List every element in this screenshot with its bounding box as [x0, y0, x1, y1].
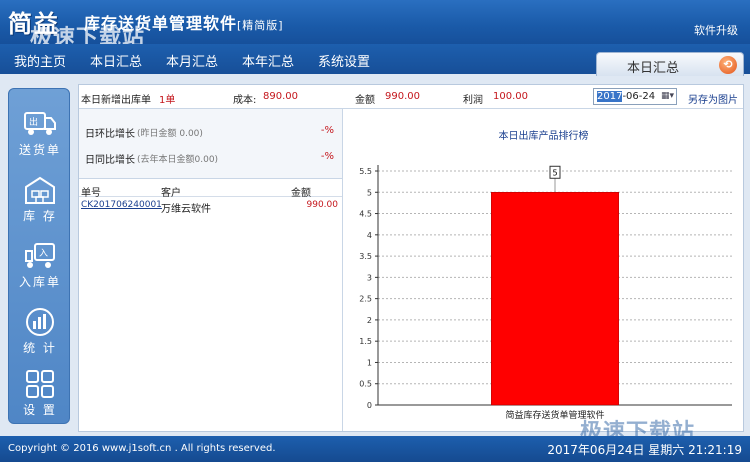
table-row[interactable]: CK201706240001 万维云软件 990.00	[79, 199, 342, 215]
order-no-link[interactable]: CK201706240001	[81, 200, 162, 210]
cost-value: 890.00	[263, 91, 298, 102]
sidebar-item-delivery[interactable]: 出 送货单	[9, 103, 71, 165]
y-tick-label: 3	[367, 273, 372, 282]
y-tick-label: 2.5	[359, 295, 372, 304]
menu-system-settings[interactable]: 系统设置	[318, 51, 370, 70]
svg-text:出: 出	[29, 116, 38, 128]
sidebar-item-settings[interactable]: 设 置	[9, 363, 71, 425]
ratio-box: 日环比增长 (昨日金额 0.00) -% 日同比增长 (去年本日金额0.00) …	[79, 109, 342, 179]
menu-yearly-summary[interactable]: 本年汇总	[242, 51, 294, 70]
app-edition: [精简版]	[237, 19, 284, 32]
summary-bar: 本日新增出库单 1单 成本: 890.00 金额 990.00 利润 100.0…	[79, 85, 743, 109]
statistics-icon	[26, 308, 54, 336]
table-header: 单号 客户 金额	[79, 183, 342, 199]
mom-value: -%	[320, 125, 334, 136]
y-tick-label: 5.5	[359, 167, 372, 176]
data-label: 5	[552, 168, 557, 177]
new-out-label: 本日新增出库单	[81, 95, 151, 106]
yoy-value: -%	[320, 151, 334, 162]
y-tick-label: 1	[367, 358, 372, 367]
amount-cell: 990.00	[306, 200, 339, 210]
inventory-icon	[25, 176, 55, 204]
yoy-sub: (去年本日金额0.00)	[137, 155, 219, 165]
tab-daily-summary[interactable]: 本日汇总 ⟲	[596, 52, 744, 76]
title-bar: 简益 库存送货单管理软件[精简版] 极速下载站 软件升级	[0, 0, 750, 51]
calendar-dropdown-icon[interactable]: ▦▾	[661, 91, 674, 101]
menu-monthly-summary[interactable]: 本月汇总	[166, 51, 218, 70]
settings-icon	[26, 370, 54, 398]
sidebar-label-statistics: 统 计	[23, 341, 57, 355]
y-tick-label: 4	[367, 231, 372, 240]
y-tick-label: 4.5	[359, 210, 372, 219]
svg-text:入: 入	[39, 248, 48, 259]
col-amount[interactable]: 金额	[291, 184, 311, 199]
mom-sub: (昨日金额 0.00)	[137, 129, 203, 139]
copyright-text: Copyright © 2016 www.j1soft.cn . All rig…	[8, 443, 276, 454]
sidebar-label-settings: 设 置	[23, 403, 57, 417]
col-customer[interactable]: 客户	[161, 184, 181, 199]
sidebar-label-inbound: 入库单	[18, 275, 61, 289]
sidebar-item-inventory[interactable]: 库 存	[9, 169, 71, 231]
inbound-icon: 入	[25, 243, 55, 268]
sidebar-label-inventory: 库 存	[23, 209, 57, 223]
yoy-label: 日同比增长	[85, 155, 135, 166]
amount-value: 990.00	[385, 91, 420, 102]
chart-panel: 本日出库产品排行榜 0 0.5 1 1.5 2 2.5 3 3.5 4 4.5 5 5.5 5 简益库存送…	[344, 109, 743, 431]
amount-label: 金额	[355, 95, 375, 106]
date-picker[interactable]: 2017-06-24 ▦▾	[593, 88, 677, 105]
y-tick-label: 0	[367, 401, 372, 410]
left-panel: 日环比增长 (昨日金额 0.00) -% 日同比增长 (去年本日金额0.00) …	[79, 109, 343, 431]
col-order-no[interactable]: 单号	[81, 184, 101, 199]
bar	[491, 192, 619, 406]
menu-daily-summary[interactable]: 本日汇总	[90, 51, 142, 70]
customer-cell: 万维云软件	[161, 204, 211, 215]
tab-daily-summary-label: 本日汇总	[627, 61, 680, 76]
sidebar-item-inbound[interactable]: 入 入库单	[9, 235, 71, 297]
date-year: 2017	[597, 91, 623, 102]
bar-chart: 00.511.522.533.544.555.5 5简益库存送货单管理软件	[359, 165, 732, 421]
sidebar-item-statistics[interactable]: 统 计	[9, 301, 71, 363]
new-out-value: 1单	[159, 95, 176, 106]
main-panel: 本日新增出库单 1单 成本: 890.00 金额 990.00 利润 100.0…	[78, 84, 744, 432]
sidebar: 出 送货单 库 存 入 入库单 统 计 设 置	[8, 88, 70, 424]
upgrade-button[interactable]: 软件升级	[694, 22, 738, 38]
delivery-icon: 出	[24, 112, 56, 135]
y-tick-label: 3.5	[359, 252, 372, 261]
profit-value: 100.00	[493, 91, 528, 102]
status-bar: Copyright © 2016 www.j1soft.cn . All rig…	[0, 436, 750, 462]
close-tab-icon[interactable]: ⟲	[719, 56, 737, 74]
profit-label: 利润	[463, 95, 483, 106]
save-as-image-link[interactable]: 另存为图片	[688, 91, 738, 106]
menu-home[interactable]: 我的主页	[14, 51, 66, 70]
y-tick-label: 5	[367, 188, 372, 197]
date-rest: -06-24	[622, 91, 656, 102]
sidebar-label-delivery: 送货单	[18, 143, 61, 157]
mom-label: 日环比增长	[85, 129, 135, 140]
clock-text: 2017年06月24日 星期六 21:21:19	[547, 443, 742, 457]
cost-label: 成本:	[233, 95, 257, 106]
y-tick-label: 1.5	[359, 337, 372, 346]
y-tick-label: 0.5	[359, 380, 372, 389]
y-tick-label: 2	[367, 316, 372, 325]
